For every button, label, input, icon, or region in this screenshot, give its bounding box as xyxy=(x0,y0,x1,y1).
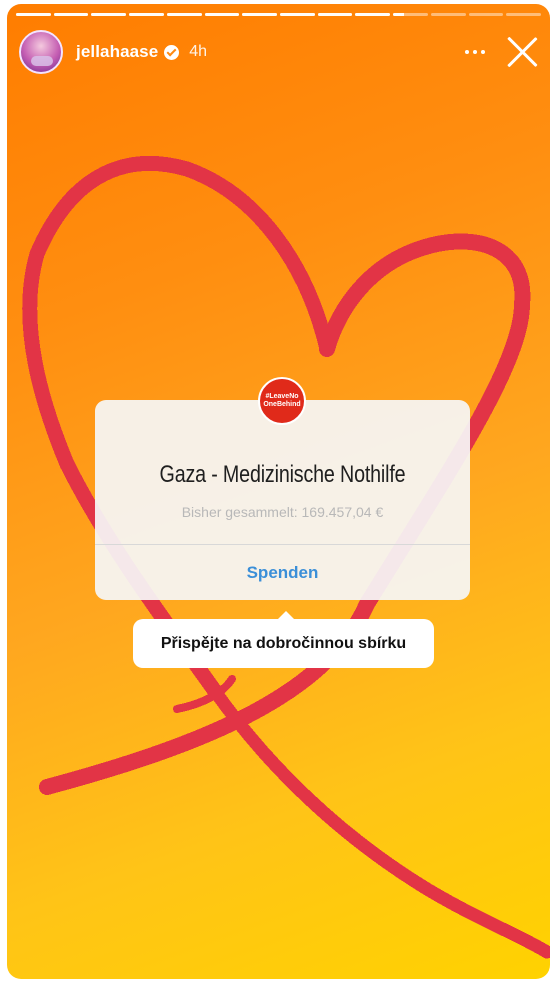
donate-button[interactable]: Spenden xyxy=(95,545,470,600)
story-progress-bar xyxy=(16,13,542,16)
close-icon[interactable] xyxy=(506,36,538,68)
progress-segment xyxy=(242,13,278,16)
fundraiser-sticker[interactable]: Gaza - Medizinische Nothilfe Bisher gesa… xyxy=(95,400,470,600)
more-options-icon[interactable] xyxy=(458,37,492,67)
progress-segment xyxy=(204,13,240,16)
profile-avatar[interactable] xyxy=(19,30,63,74)
username[interactable]: jellahaase xyxy=(76,42,158,62)
progress-segment xyxy=(355,13,391,16)
progress-segment xyxy=(393,13,428,16)
donate-tooltip: Přispějte na dobročinnou sbírku xyxy=(133,611,434,668)
fundraiser-raised-amount: Bisher gesammelt: 169.457,04 € xyxy=(181,504,384,520)
progress-segment xyxy=(91,13,127,16)
progress-segment xyxy=(280,13,315,16)
progress-segment xyxy=(53,13,89,16)
fundraiser-logo-badge: #LeaveNo OneBehind xyxy=(258,377,306,425)
fundraiser-title: Gaza - Medizinische Nothilfe xyxy=(159,461,406,488)
story-header: jellahaase 4h xyxy=(19,28,538,76)
progress-segment xyxy=(430,13,466,16)
progress-segment xyxy=(317,13,353,16)
progress-segment xyxy=(129,13,164,16)
story-container[interactable]: jellahaase 4h Gaza - Medizinische Nothil… xyxy=(7,4,550,979)
progress-segment xyxy=(16,13,51,16)
verified-badge-icon xyxy=(164,44,180,60)
post-time: 4h xyxy=(189,43,208,60)
progress-segment xyxy=(166,13,202,16)
progress-segment xyxy=(506,13,542,16)
progress-segment xyxy=(468,13,504,16)
